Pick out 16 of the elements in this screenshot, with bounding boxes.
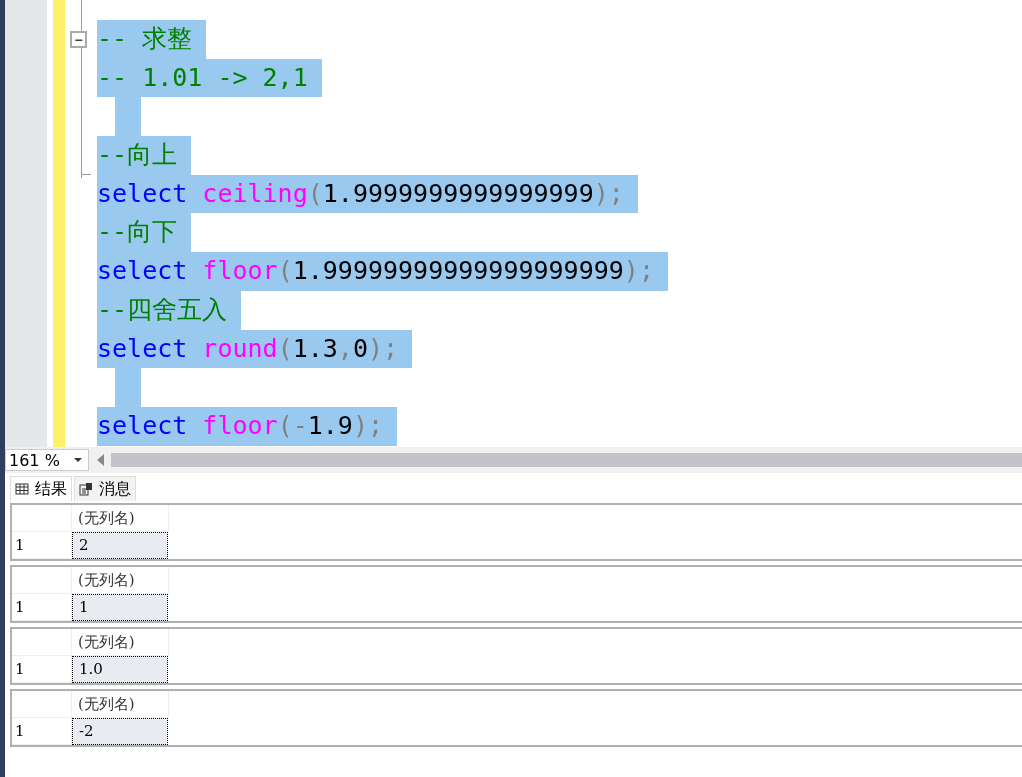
corner-header-cell: [12, 567, 72, 594]
grid-icon: [15, 482, 29, 496]
scroll-left-icon[interactable]: [97, 454, 105, 466]
corner-header-cell: [12, 505, 72, 532]
results-tab[interactable]: 消息: [74, 476, 136, 501]
collapse-toggle[interactable]: −: [70, 31, 87, 48]
zoom-dropdown[interactable]: 161 %: [5, 449, 89, 471]
scrollbar-thumb[interactable]: [111, 453, 1022, 467]
results-tab[interactable]: 结果: [10, 476, 72, 501]
result-cell[interactable]: 1: [72, 594, 168, 621]
corner-header-cell: [12, 629, 72, 656]
result-cell[interactable]: 1.0: [72, 656, 168, 683]
document-icon: [79, 482, 93, 496]
corner-header-cell: [12, 691, 72, 718]
result-cell[interactable]: -2: [72, 718, 168, 745]
result-cell[interactable]: 2: [72, 532, 168, 559]
